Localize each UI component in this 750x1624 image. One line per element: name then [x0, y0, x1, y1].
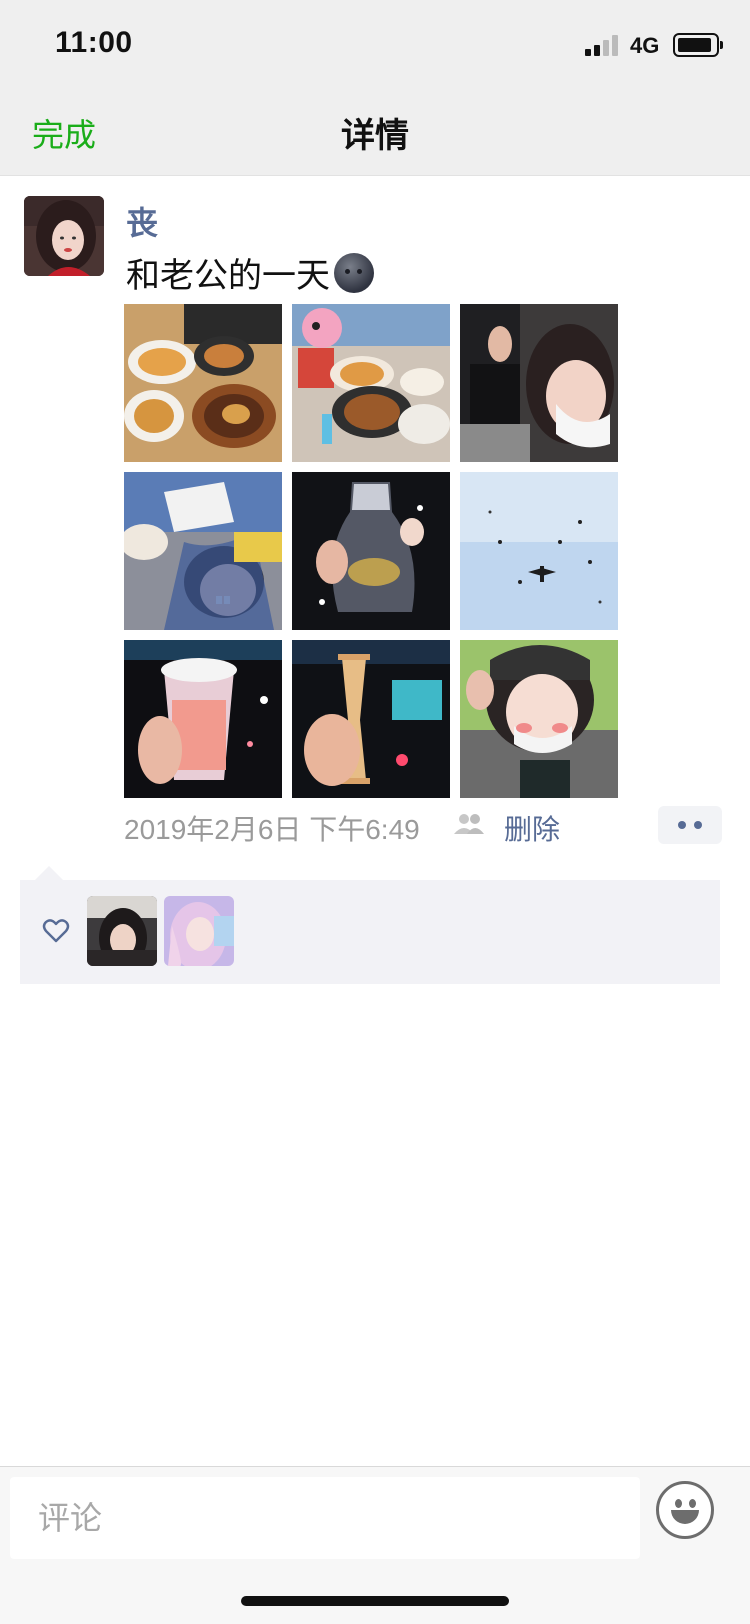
- network-type: 4G: [630, 33, 660, 58]
- post-username[interactable]: 丧: [126, 198, 158, 244]
- comment-input[interactable]: [10, 1477, 640, 1559]
- status-bar: 11:00 4G: [0, 0, 750, 88]
- home-indicator[interactable]: [241, 1596, 509, 1606]
- photo-2[interactable]: [292, 304, 450, 462]
- avatar[interactable]: [24, 196, 104, 276]
- photo-6[interactable]: [460, 472, 618, 630]
- signal-strength-icon: [585, 34, 623, 56]
- more-button[interactable]: [658, 806, 722, 844]
- photo-3[interactable]: [460, 304, 618, 462]
- heart-icon: [42, 918, 70, 944]
- more-dots-icon: [678, 821, 686, 829]
- likes-pointer: [34, 866, 64, 881]
- photo-grid: [124, 304, 618, 798]
- post-timestamp: 2019年2月6日 下午6:49: [124, 814, 420, 845]
- nav-bar: 完成 详情: [0, 88, 750, 176]
- photo-5[interactable]: [292, 472, 450, 630]
- photo-1[interactable]: [124, 304, 282, 462]
- page-title: 详情: [341, 117, 409, 155]
- post-text-row: 和老公的一天: [126, 248, 374, 297]
- status-time: 11:00: [55, 26, 133, 59]
- new-moon-face-icon: [334, 252, 374, 293]
- photo-8[interactable]: [292, 640, 450, 798]
- like-avatar-1[interactable]: [87, 896, 157, 966]
- friends-icon: [452, 812, 486, 836]
- photo-7[interactable]: [124, 640, 282, 798]
- delete-button[interactable]: 删除: [504, 808, 560, 848]
- battery-icon: [673, 33, 723, 57]
- like-avatar-2[interactable]: [164, 896, 234, 966]
- photo-4[interactable]: [124, 472, 282, 630]
- smiley-icon[interactable]: [656, 1481, 714, 1539]
- likes-panel: [20, 880, 720, 984]
- photo-9[interactable]: [460, 640, 618, 798]
- post-text: 和老公的一天: [126, 257, 330, 295]
